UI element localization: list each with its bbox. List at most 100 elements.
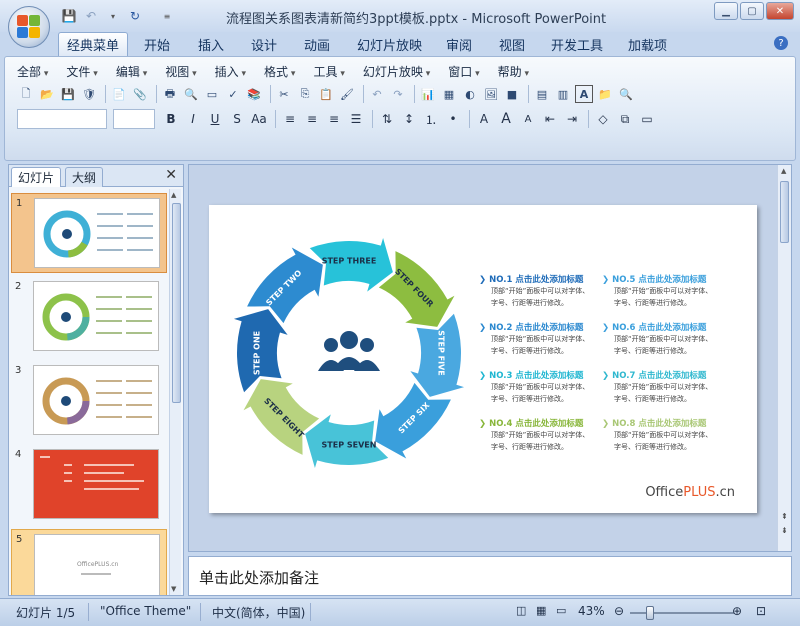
slide-sorter-icon[interactable]: ▦: [536, 604, 546, 617]
help-icon[interactable]: ?: [774, 36, 788, 50]
print-preview-icon[interactable]: 🔍: [182, 85, 200, 103]
tab-animations[interactable]: 动画: [304, 35, 330, 54]
menu-tools[interactable]: 工具: [313, 63, 344, 80]
item-title[interactable]: ❯ NO.7 点击此处添加标题: [602, 369, 712, 381]
customize-qat-icon[interactable]: ≡: [158, 7, 176, 25]
notes-pane[interactable]: 单击此处添加备注: [188, 556, 792, 596]
slide-thumbnail-4[interactable]: 4: [11, 445, 167, 525]
align-left-icon[interactable]: ≡: [280, 110, 300, 128]
export-pdf-icon[interactable]: 📄: [110, 85, 128, 103]
slide-icon[interactable]: ▭: [203, 85, 221, 103]
zoom-level[interactable]: 43%: [578, 604, 605, 618]
menu-edit[interactable]: 编辑: [116, 63, 147, 80]
underline-button[interactable]: U: [205, 110, 225, 128]
item-title[interactable]: ❯ NO.1 点击此处添加标题: [479, 273, 589, 285]
language-indicator[interactable]: 中文(简体，中国): [212, 604, 305, 621]
tab-home[interactable]: 开始: [144, 35, 170, 54]
zoom-slider-thumb[interactable]: [646, 606, 654, 620]
open-folder-icon[interactable]: 📂: [38, 85, 56, 103]
font-name-combo[interactable]: [17, 109, 107, 129]
insert-chart-icon[interactable]: 📊: [419, 85, 437, 103]
normal-view-icon[interactable]: ◫: [516, 604, 526, 617]
item-title[interactable]: ❯ NO.6 点击此处添加标题: [602, 321, 712, 333]
current-slide[interactable]: STEP ONE STEP TWO STEP THREE STEP FOUR STEP …: [209, 205, 757, 513]
text-direction-icon[interactable]: ⇅: [377, 110, 397, 128]
grow-font-button[interactable]: A: [496, 110, 516, 128]
minimize-button[interactable]: ▁: [714, 2, 738, 20]
menu-slide-show[interactable]: 幻灯片放映: [363, 63, 430, 80]
change-case-button[interactable]: Aa: [249, 110, 269, 128]
fit-to-window-icon[interactable]: ⊡: [756, 604, 766, 618]
item-title[interactable]: ❯ NO.4 点击此处添加标题: [479, 417, 589, 429]
close-pane-icon[interactable]: ✕: [165, 167, 177, 183]
align-center-icon[interactable]: ≡: [302, 110, 322, 128]
permission-icon[interactable]: 🛡: [80, 85, 98, 103]
menu-view[interactable]: 视图: [165, 63, 196, 80]
shrink-font-button[interactable]: A: [518, 110, 538, 128]
scroll-down-icon[interactable]: ▼: [171, 585, 176, 593]
print-icon[interactable]: 🖶: [161, 85, 179, 103]
slide-thumbnail-1[interactable]: 1: [11, 193, 167, 273]
line-spacing-icon[interactable]: ↕: [399, 110, 419, 128]
close-button[interactable]: ✕: [766, 2, 794, 20]
bullets-icon[interactable]: •: [443, 110, 463, 128]
decrease-indent-icon[interactable]: ⇤: [540, 110, 560, 128]
item-title[interactable]: ❯ NO.5 点击此处添加标题: [602, 273, 712, 285]
slide-thumbnail-3[interactable]: 3: [11, 361, 167, 441]
font-size-combo[interactable]: [113, 109, 155, 129]
italic-button[interactable]: I: [183, 110, 203, 128]
insert-picture-icon[interactable]: 🖼: [482, 85, 500, 103]
paste-icon[interactable]: 📋: [317, 85, 335, 103]
shapes-icon[interactable]: ◇: [593, 110, 613, 128]
align-right-icon[interactable]: ≡: [324, 110, 344, 128]
shadow-button[interactable]: S: [227, 110, 247, 128]
insert-table-icon[interactable]: ▦: [440, 85, 458, 103]
scrollbar-thumb[interactable]: [172, 203, 181, 403]
office-button[interactable]: [8, 6, 50, 48]
slide-thumbnail-5[interactable]: 5 OfficePLUS.cn: [11, 529, 167, 595]
tab-insert[interactable]: 插入: [198, 35, 224, 54]
research-icon[interactable]: 📚: [245, 85, 263, 103]
tab-view[interactable]: 视图: [499, 35, 525, 54]
tab-outline[interactable]: 大纲: [65, 167, 104, 187]
menu-file[interactable]: 文件: [66, 63, 97, 80]
previous-slide-icon[interactable]: ⇞: [781, 512, 788, 521]
slide-scrollbar[interactable]: ▲ ⇞ ⇟: [777, 165, 791, 551]
scroll-up-icon[interactable]: ▲: [781, 167, 786, 175]
undo-icon[interactable]: ↶: [82, 7, 100, 25]
menu-format[interactable]: 格式: [264, 63, 295, 80]
thumbnails-scrollbar[interactable]: ▲ ▼: [169, 189, 181, 595]
copy-icon[interactable]: ⎘: [296, 85, 314, 103]
font-color-button[interactable]: A: [474, 110, 494, 128]
save-icon[interactable]: 💾: [60, 7, 78, 25]
bold-button[interactable]: B: [161, 110, 181, 128]
cut-icon[interactable]: ✂: [275, 85, 293, 103]
quick-styles-icon[interactable]: ▭: [637, 110, 657, 128]
item-title[interactable]: ❯ NO.2 点击此处添加标题: [479, 321, 589, 333]
menu-all[interactable]: 全部: [17, 63, 48, 80]
item-title[interactable]: ❯ NO.8 点击此处添加标题: [602, 417, 712, 429]
menu-window[interactable]: 窗口: [448, 63, 479, 80]
new-slide-icon[interactable]: ▤: [533, 85, 551, 103]
dropdown-arrow-icon[interactable]: ▾: [104, 7, 122, 25]
slide-thumbnail-2[interactable]: 2: [11, 277, 167, 357]
zoom-in-icon[interactable]: ⊕: [732, 604, 742, 618]
save-icon[interactable]: 💾: [59, 85, 77, 103]
tab-slide-show[interactable]: 幻灯片放映: [357, 35, 422, 54]
scroll-up-icon[interactable]: ▲: [171, 191, 176, 199]
maximize-button[interactable]: ▢: [740, 2, 764, 20]
text-box-icon[interactable]: A: [575, 85, 593, 103]
next-slide-icon[interactable]: ⇟: [781, 526, 788, 535]
tab-classic-menu[interactable]: 经典菜单: [58, 32, 129, 56]
scrollbar-thumb[interactable]: [780, 181, 789, 243]
justify-icon[interactable]: ☰: [346, 110, 366, 128]
spelling-icon[interactable]: ✓: [224, 85, 242, 103]
open-folder-icon[interactable]: 📁: [596, 85, 614, 103]
undo-icon[interactable]: ↶: [368, 85, 386, 103]
zoom-out-icon[interactable]: ⊖: [614, 604, 624, 618]
slide-show-icon[interactable]: ▭: [556, 604, 566, 617]
color-grayscale-icon[interactable]: ■: [503, 85, 521, 103]
redo-icon[interactable]: ↷: [389, 85, 407, 103]
tab-slides[interactable]: 幻灯片: [11, 167, 62, 187]
layout-icon[interactable]: ▥: [554, 85, 572, 103]
